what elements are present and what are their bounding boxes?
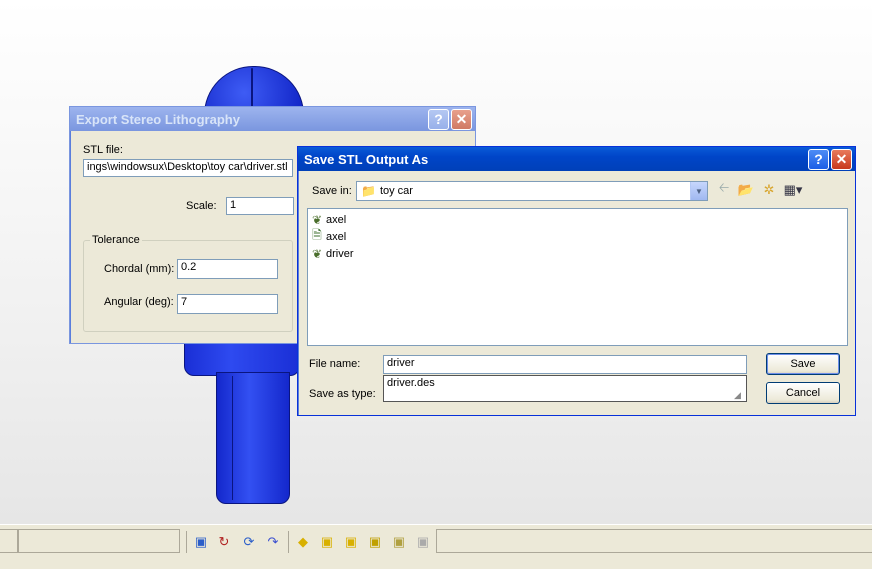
close-button[interactable]: ✕ (451, 108, 472, 130)
stl-file-input[interactable]: ings\windowsux\Desktop\toy car\driver.st… (83, 159, 293, 177)
help-button[interactable]: ? (428, 108, 449, 130)
curve-icon[interactable]: ↷ (264, 533, 282, 551)
save-in-value: toy car (379, 185, 413, 197)
save-dialog-title: Save STL Output As (304, 151, 429, 167)
side-view-icon[interactable]: ▣ (366, 533, 384, 551)
tolerance-group (83, 240, 293, 332)
file-name-label: File name: (309, 358, 361, 370)
rotate-icon[interactable]: ⟳ (240, 533, 258, 551)
list-item[interactable]: ❦ axel (308, 211, 847, 228)
scale-input[interactable]: 1 (226, 197, 294, 215)
resize-grip-icon[interactable]: ◢ (734, 390, 744, 400)
disabled-view-icon: ▣ (416, 534, 430, 549)
view-menu-icon[interactable]: ▦▾ (784, 182, 803, 198)
new-folder-icon[interactable]: ✲ (761, 182, 777, 198)
toolbar-divider (186, 531, 187, 553)
save-in-combo[interactable]: 📁 toy car ▼ (356, 181, 708, 201)
save-button[interactable]: Save (766, 353, 840, 375)
close-button[interactable]: ✕ (831, 148, 852, 170)
save-dialog-titlebar[interactable]: Save STL Output As ? ✕ (298, 147, 855, 171)
iso-view-icon[interactable]: ▣ (390, 533, 408, 551)
angular-input[interactable]: 7 (177, 294, 278, 314)
model-flange (184, 340, 300, 376)
front-view-icon[interactable]: ▣ (318, 533, 336, 551)
status-cell (18, 529, 180, 553)
stl-file-label: STL file: (83, 144, 123, 156)
status-cell (436, 529, 872, 553)
file-name: axel (326, 213, 347, 226)
scale-label: Scale: (186, 200, 217, 212)
export-dialog-titlebar[interactable]: Export Stereo Lithography ? ✕ (70, 107, 475, 131)
part-icon: ❦ (311, 212, 323, 227)
chordal-label: Chordal (mm): (104, 263, 175, 275)
top-view-icon[interactable]: ▣ (342, 533, 360, 551)
list-item[interactable]: 🗎 axel (308, 228, 847, 245)
save-in-label: Save in: (312, 185, 352, 197)
close-icon: ✕ (455, 110, 468, 127)
up-folder-icon[interactable]: 📂 (738, 182, 754, 198)
model-shaft (216, 372, 290, 504)
part-icon: ❦ (311, 246, 323, 261)
chordal-input[interactable]: 0.2 (177, 259, 278, 279)
cancel-button[interactable]: Cancel (766, 382, 840, 404)
view-cube-icon[interactable]: ▣ (192, 533, 210, 551)
close-icon: ✕ (835, 150, 848, 167)
file-list[interactable]: ❦ axel 🗎 axel ❦ driver (307, 208, 848, 346)
save-stl-dialog: Save STL Output As ? ✕ Save in: 📁 toy ca… (297, 146, 856, 416)
help-icon: ? (814, 151, 823, 167)
back-arrow-icon[interactable]: 🡠 (716, 180, 732, 198)
save-as-type-label: Save as type: (309, 388, 376, 400)
model-edge (232, 376, 233, 500)
export-dialog-title: Export Stereo Lithography (76, 111, 240, 127)
file-name: axel (326, 230, 347, 243)
angular-label: Angular (deg): (104, 296, 174, 308)
chevron-down-icon[interactable]: ▼ (690, 182, 707, 200)
file-name: driver (326, 247, 354, 260)
file-name-input[interactable]: driver (383, 355, 747, 374)
save-as-type-input[interactable]: driver.des (383, 375, 747, 402)
toolbar-divider (288, 531, 289, 553)
tolerance-label: Tolerance (90, 234, 142, 246)
list-item[interactable]: ❦ driver (308, 245, 847, 262)
bottom-toolbar: ▣ ↻ ⟳ ↷ ◆ ▣ ▣ ▣ ▣ ▣ (0, 524, 872, 569)
orbit-icon[interactable]: ↻ (215, 533, 233, 551)
help-icon: ? (434, 111, 443, 127)
notepad-icon: 🗎 (312, 228, 322, 242)
status-cell (0, 529, 18, 553)
help-button[interactable]: ? (808, 148, 829, 170)
model-edge (251, 68, 253, 108)
shaded-view-icon[interactable]: ◆ (294, 533, 312, 551)
folder-icon: 📁 (361, 184, 376, 198)
